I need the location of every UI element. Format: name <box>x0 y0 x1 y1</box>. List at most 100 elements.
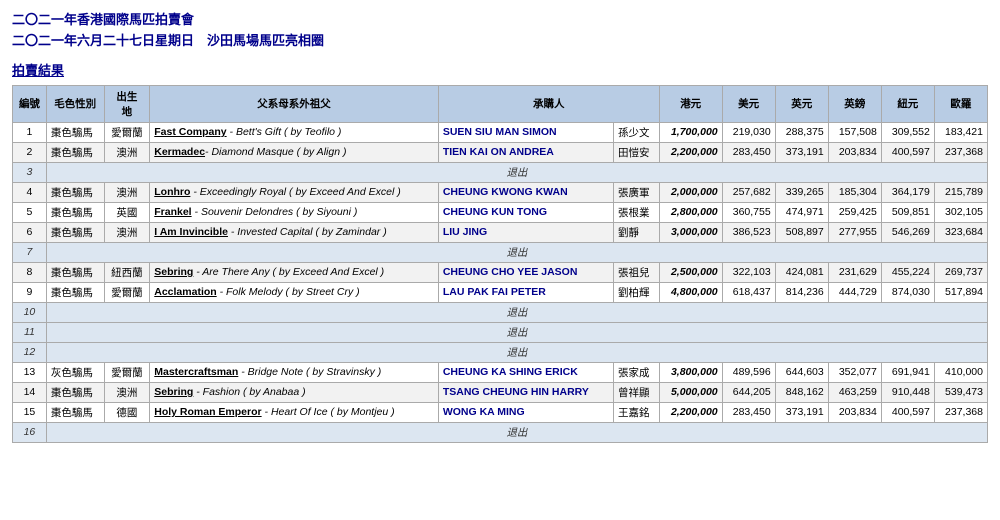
cell-buyer-en: TIEN KAI ON ANDREA <box>438 142 613 162</box>
col-eur: 歐羅 <box>934 85 987 122</box>
table-row-withdrawn: 3退出 <box>13 162 988 182</box>
cell-coat: 棗色騸馬 <box>46 202 104 222</box>
table-row: 1 棗色騸馬 愛爾蘭 Fast Company - Bett's Gift ( … <box>13 122 988 142</box>
cell-gbp-en: 848,162 <box>775 382 828 402</box>
table-row: 4 棗色騸馬 澳洲 Lonhro - Exceedingly Royal ( b… <box>13 182 988 202</box>
cell-gbp-en: 644,603 <box>775 362 828 382</box>
cell-buyer-en: CHEUNG CHO YEE JASON <box>438 262 613 282</box>
cell-gbp: 157,508 <box>828 122 881 142</box>
cell-gbp-en: 474,971 <box>775 202 828 222</box>
col-hkd: 港元 <box>659 85 722 122</box>
cell-hkd: 3,800,000 <box>659 362 722 382</box>
cell-nzd: 691,941 <box>881 362 934 382</box>
cell-hkd: 2,000,000 <box>659 182 722 202</box>
cell-origin: 愛爾蘭 <box>104 362 150 382</box>
cell-usd: 618,437 <box>722 282 775 302</box>
cell-nzd: 400,597 <box>881 142 934 162</box>
cell-origin: 愛爾蘭 <box>104 122 150 142</box>
cell-usd: 322,103 <box>722 262 775 282</box>
cell-gbp: 352,077 <box>828 362 881 382</box>
cell-origin: 英國 <box>104 202 150 222</box>
cell-hkd: 2,200,000 <box>659 142 722 162</box>
cell-eur: 237,368 <box>934 402 987 422</box>
cell-origin: 澳洲 <box>104 222 150 242</box>
section-title: 拍賣結果 <box>12 60 988 79</box>
cell-coat: 棗色騸馬 <box>46 282 104 302</box>
results-table: 編號 毛色性別 出生地 父系母系外祖父 承購人 港元 美元 英元 英鎊 紐元 歐… <box>12 85 988 443</box>
cell-buyer-en: CHEUNG KUN TONG <box>438 202 613 222</box>
cell-id: 9 <box>13 282 47 302</box>
cell-lineage: Sebring - Fashion ( by Anabaa ) <box>150 382 439 402</box>
cell-buyer-cn: 張家成 <box>613 362 659 382</box>
cell-lineage: Acclamation - Folk Melody ( by Street Cr… <box>150 282 439 302</box>
col-lineage: 父系母系外祖父 <box>150 85 439 122</box>
cell-nzd: 364,179 <box>881 182 934 202</box>
cell-nzd: 309,552 <box>881 122 934 142</box>
cell-coat: 棗色騸馬 <box>46 182 104 202</box>
cell-lineage: Sebring - Are There Any ( by Exceed And … <box>150 262 439 282</box>
cell-buyer-cn: 劉靜 <box>613 222 659 242</box>
cell-buyer-cn: 王嘉銘 <box>613 402 659 422</box>
cell-origin: 澳洲 <box>104 142 150 162</box>
cell-hkd: 2,500,000 <box>659 262 722 282</box>
cell-gbp: 231,629 <box>828 262 881 282</box>
cell-nzd: 455,224 <box>881 262 934 282</box>
table-row: 5 棗色騸馬 英國 Frankel - Souvenir Delondres (… <box>13 202 988 222</box>
cell-hkd: 2,800,000 <box>659 202 722 222</box>
cell-buyer-cn: 曾祥顯 <box>613 382 659 402</box>
cell-nzd: 509,851 <box>881 202 934 222</box>
cell-origin: 德國 <box>104 402 150 422</box>
table-row: 9 棗色騸馬 愛爾蘭 Acclamation - Folk Melody ( b… <box>13 282 988 302</box>
col-nzd: 紐元 <box>881 85 934 122</box>
cell-origin: 澳洲 <box>104 382 150 402</box>
col-usd: 美元 <box>722 85 775 122</box>
cell-id: 4 <box>13 182 47 202</box>
table-row-withdrawn: 12退出 <box>13 342 988 362</box>
col-gbp-en: 英元 <box>775 85 828 122</box>
cell-buyer-en: WONG KA MING <box>438 402 613 422</box>
cell-eur: 323,684 <box>934 222 987 242</box>
table-row-withdrawn: 10退出 <box>13 302 988 322</box>
table-row: 2 棗色騸馬 澳洲 Kermadec- Diamond Masque ( by … <box>13 142 988 162</box>
cell-nzd: 910,448 <box>881 382 934 402</box>
cell-buyer-cn: 孫少文 <box>613 122 659 142</box>
cell-eur: 215,789 <box>934 182 987 202</box>
cell-usd: 257,682 <box>722 182 775 202</box>
col-buyer: 承購人 <box>438 85 659 122</box>
cell-eur: 517,894 <box>934 282 987 302</box>
cell-eur: 237,368 <box>934 142 987 162</box>
table-row-withdrawn: 7退出 <box>13 242 988 262</box>
table-row: 6 棗色騸馬 澳洲 I Am Invincible - Invested Cap… <box>13 222 988 242</box>
table-row-withdrawn: 16退出 <box>13 422 988 442</box>
cell-lineage: Fast Company - Bett's Gift ( by Teofilo … <box>150 122 439 142</box>
cell-gbp: 444,729 <box>828 282 881 302</box>
cell-gbp-en: 373,191 <box>775 402 828 422</box>
table-row: 13 灰色騸馬 愛爾蘭 Mastercraftsman - Bridge Not… <box>13 362 988 382</box>
col-gbp: 英鎊 <box>828 85 881 122</box>
cell-origin: 澳洲 <box>104 182 150 202</box>
cell-gbp: 185,304 <box>828 182 881 202</box>
page-title: 二〇二一年香港國際馬匹拍賣會 二〇二一年六月二十七日星期日 沙田馬場馬匹亮相圈 <box>12 10 988 52</box>
cell-hkd: 3,000,000 <box>659 222 722 242</box>
table-row: 14 棗色騸馬 澳洲 Sebring - Fashion ( by Anabaa… <box>13 382 988 402</box>
cell-gbp: 203,834 <box>828 402 881 422</box>
cell-buyer-en: SUEN SIU MAN SIMON <box>438 122 613 142</box>
cell-id: 6 <box>13 222 47 242</box>
cell-gbp: 277,955 <box>828 222 881 242</box>
cell-usd: 360,755 <box>722 202 775 222</box>
cell-buyer-en: CHEUNG KA SHING ERICK <box>438 362 613 382</box>
cell-usd: 386,523 <box>722 222 775 242</box>
cell-buyer-cn: 田愷安 <box>613 142 659 162</box>
cell-id: 13 <box>13 362 47 382</box>
cell-buyer-cn: 張廣軍 <box>613 182 659 202</box>
cell-eur: 410,000 <box>934 362 987 382</box>
cell-buyer-cn: 劉柏輝 <box>613 282 659 302</box>
cell-hkd: 1,700,000 <box>659 122 722 142</box>
cell-gbp-en: 814,236 <box>775 282 828 302</box>
cell-coat: 棗色騸馬 <box>46 222 104 242</box>
table-row: 15 棗色騸馬 德國 Holy Roman Emperor - Heart Of… <box>13 402 988 422</box>
cell-gbp-en: 508,897 <box>775 222 828 242</box>
cell-eur: 302,105 <box>934 202 987 222</box>
cell-usd: 644,205 <box>722 382 775 402</box>
cell-lineage: I Am Invincible - Invested Capital ( by … <box>150 222 439 242</box>
